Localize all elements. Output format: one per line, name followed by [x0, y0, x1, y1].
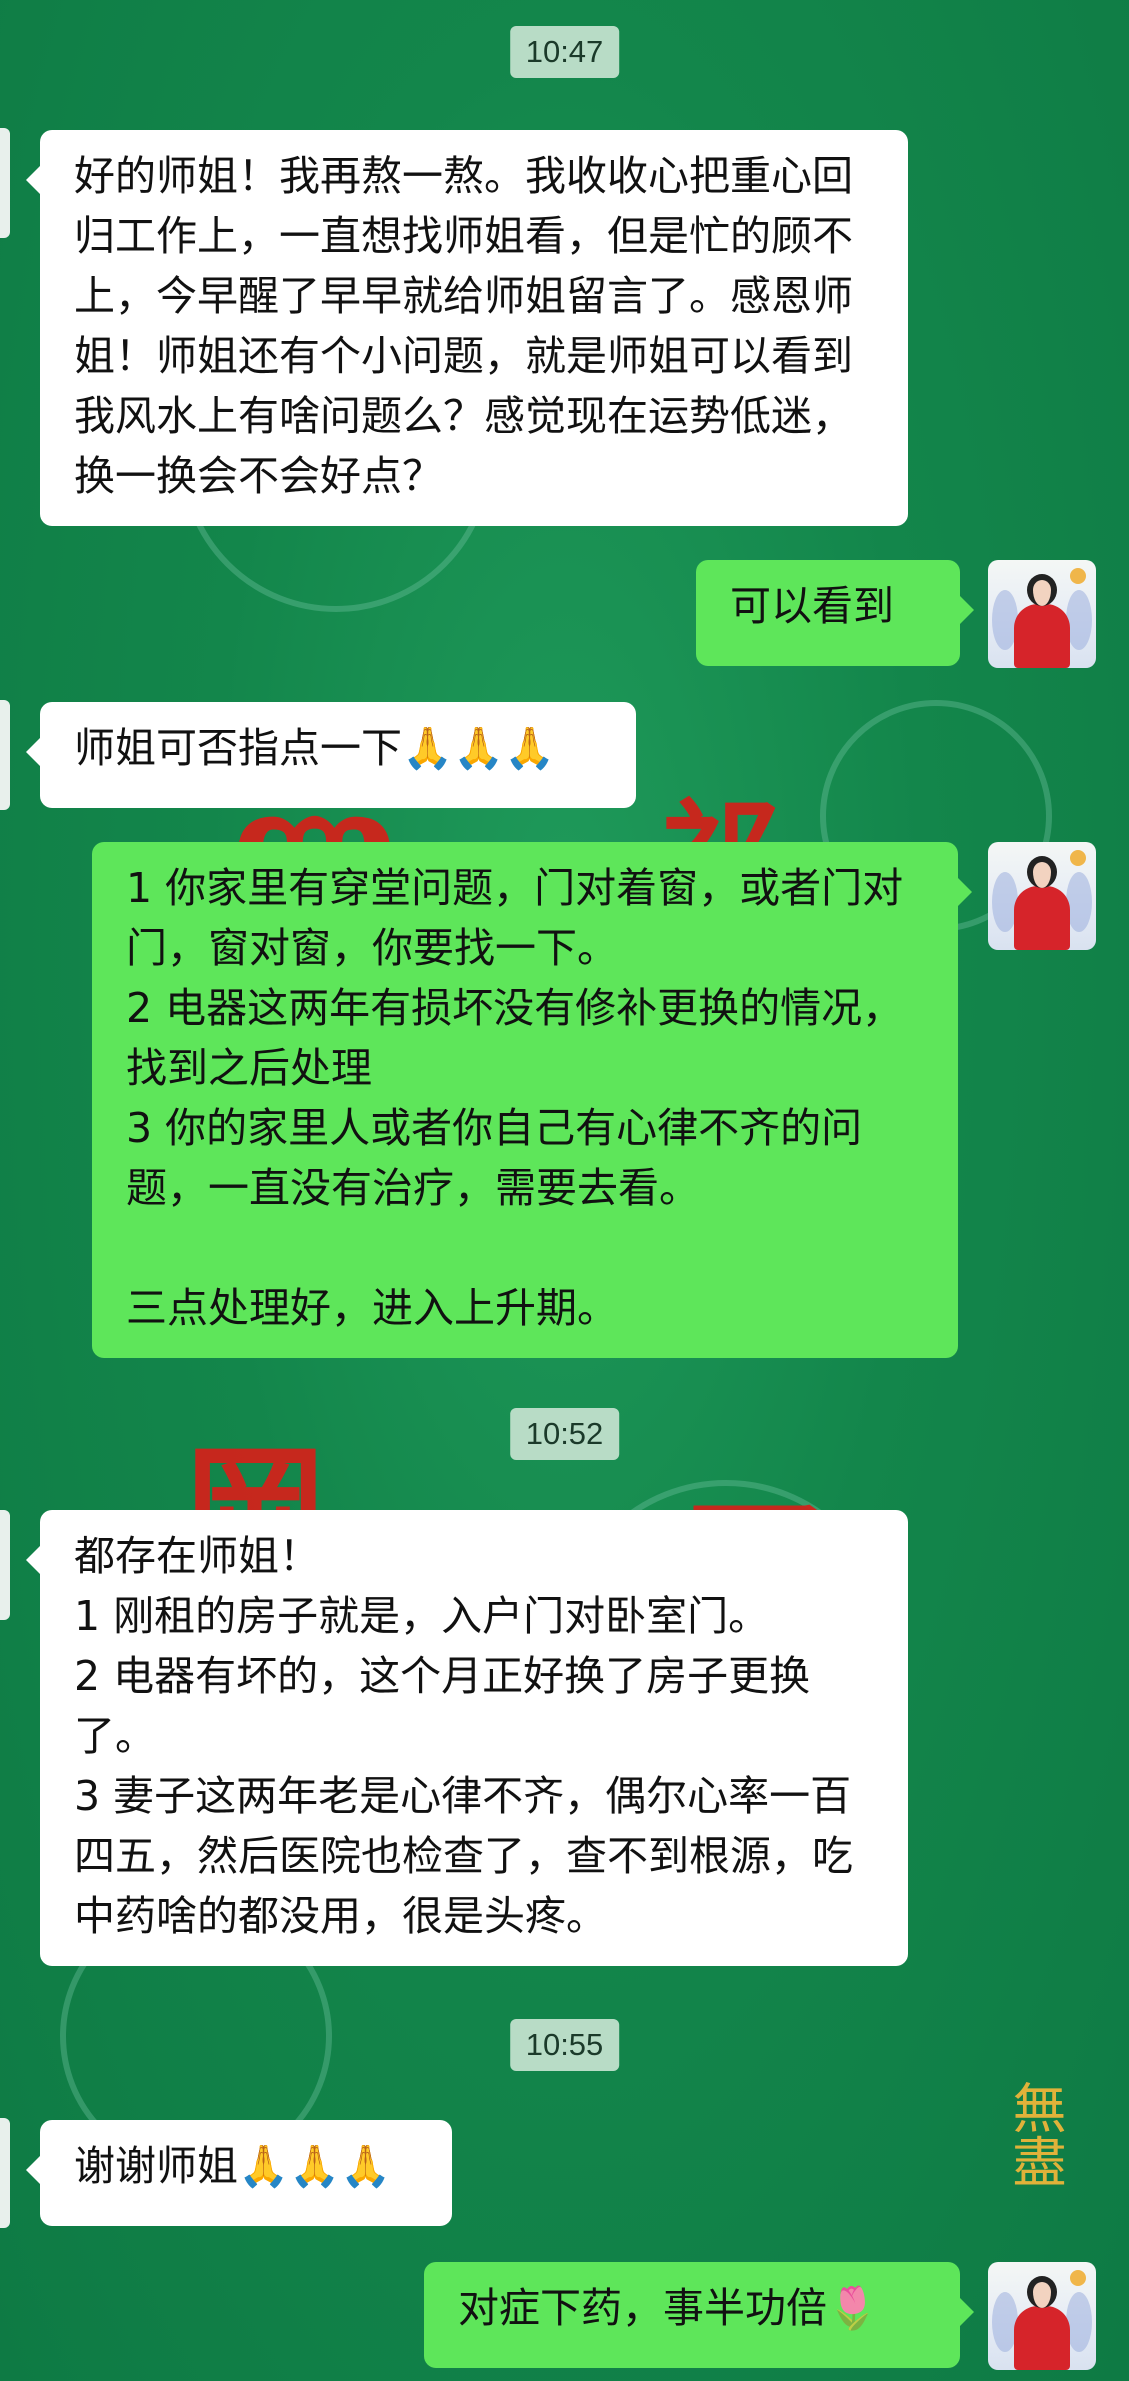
avatar-figure-body [1014, 886, 1070, 950]
avatar-figure-head [1027, 856, 1057, 888]
timestamp: 10:52 [509, 1408, 620, 1460]
contact-avatar[interactable] [0, 128, 10, 238]
message-bubble-incoming[interactable]: 好的师姐！我再熬一熬。我收收心把重心回归工作上，一直想找师姐看，但是忙的顾不上，… [26, 130, 908, 526]
message-bubble-incoming[interactable]: 都存在师姐！ 1 刚租的房子就是，入户门对卧室门。 2 电器有坏的，这个月正好换… [26, 1510, 908, 1966]
message-bubble-incoming[interactable]: 谢谢师姐🙏🙏🙏 [26, 2120, 452, 2226]
background-watermark: 無盡 [1003, 2080, 1066, 2188]
avatar-sun-decor [1070, 568, 1086, 584]
contact-avatar[interactable] [0, 700, 10, 810]
message-bubble-outgoing[interactable]: 1 你家里有穿堂问题，门对着窗，或者门对门，窗对窗，你要找一下。 2 电器这两年… [92, 842, 972, 1358]
avatar-figure-body [1014, 2306, 1070, 2370]
message-bubble-incoming[interactable]: 师姐可否指点一下🙏🙏🙏 [26, 702, 636, 808]
user-avatar[interactable] [988, 560, 1096, 668]
timestamp: 10:55 [509, 2019, 620, 2071]
message-bubble-outgoing[interactable]: 可以看到 [696, 560, 974, 666]
contact-avatar[interactable] [0, 2118, 10, 2228]
user-avatar[interactable] [988, 2262, 1096, 2370]
avatar-sun-decor [1070, 2270, 1086, 2286]
avatar-figure-head [1027, 574, 1057, 606]
contact-avatar[interactable] [0, 1510, 10, 1620]
avatar-figure-body [1014, 604, 1070, 668]
user-avatar[interactable] [988, 842, 1096, 950]
message-bubble-outgoing[interactable]: 对症下药，事半功倍🌷 [424, 2262, 974, 2368]
avatar-figure-head [1027, 2276, 1057, 2308]
timestamp: 10:47 [509, 26, 620, 78]
avatar-sun-decor [1070, 850, 1086, 866]
